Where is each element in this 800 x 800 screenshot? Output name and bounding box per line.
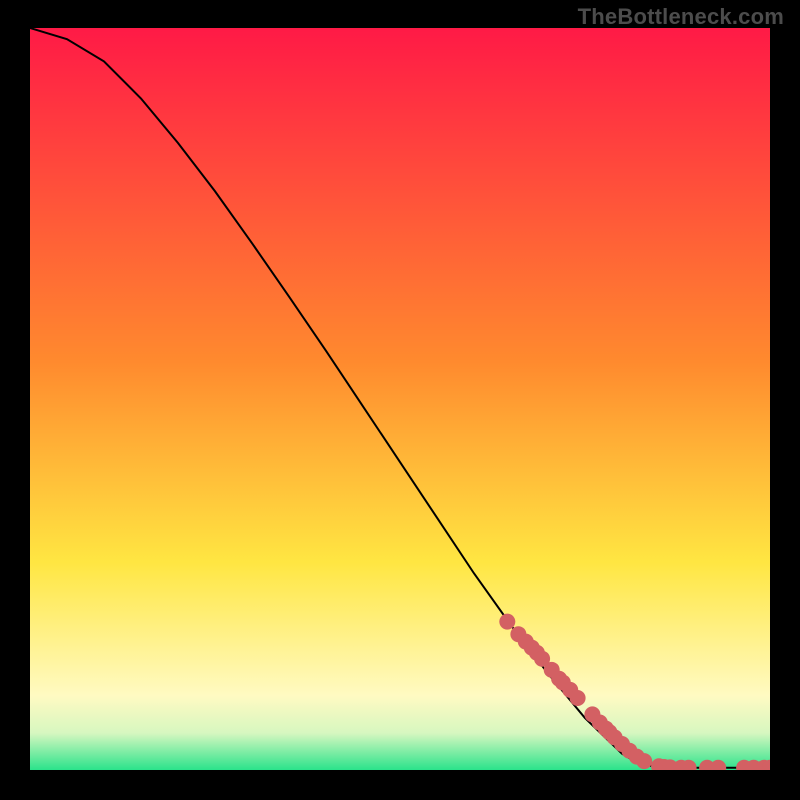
data-marker <box>499 614 515 630</box>
watermark-text: TheBottleneck.com <box>578 4 784 30</box>
data-marker <box>636 753 652 769</box>
data-marker <box>570 690 586 706</box>
chart-svg <box>30 28 770 770</box>
plot-area <box>30 28 770 770</box>
chart-stage: TheBottleneck.com <box>0 0 800 800</box>
gradient-background <box>30 28 770 770</box>
